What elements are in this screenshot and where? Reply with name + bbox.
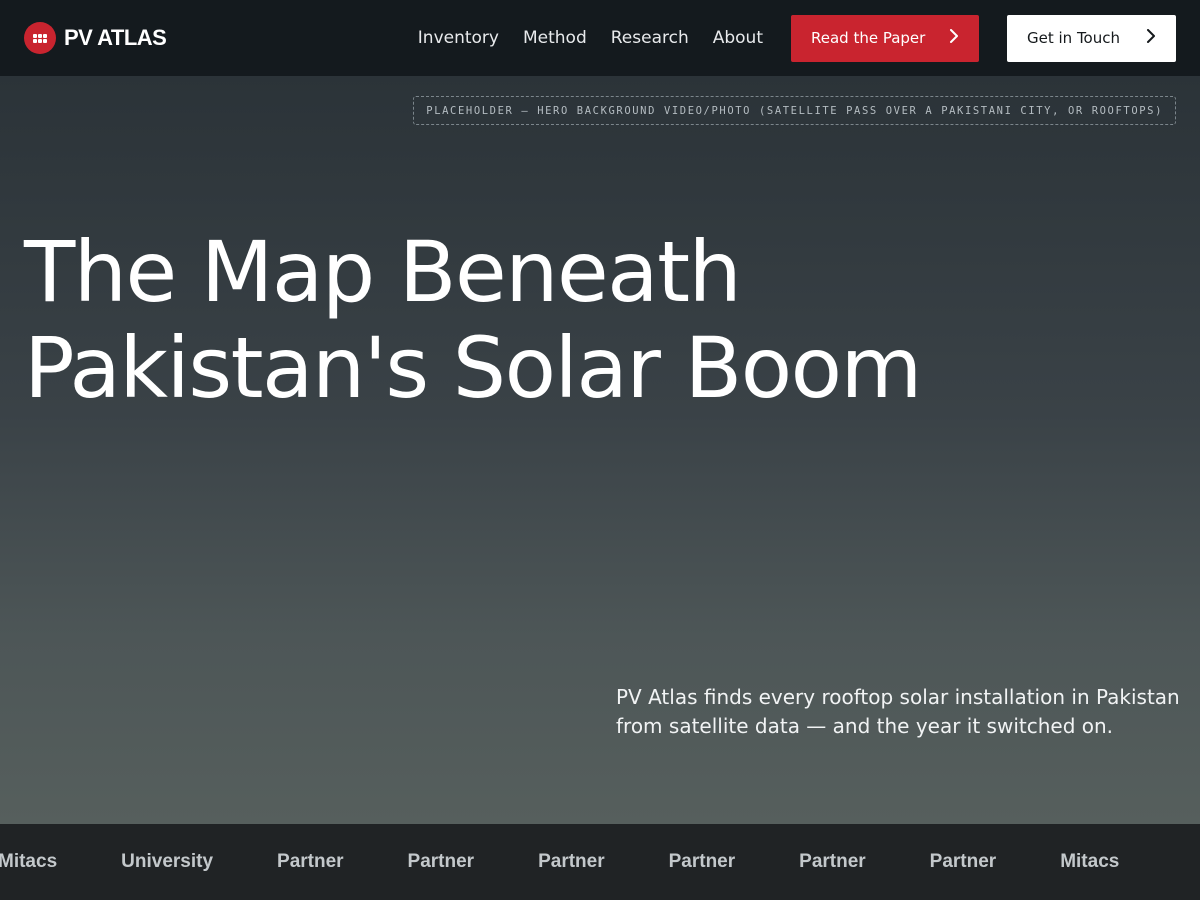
partner-logo: Partner	[407, 851, 475, 872]
get-in-touch-button[interactable]: Get in Touch	[1007, 14, 1176, 62]
chevron-right-icon	[949, 29, 959, 47]
read-the-paper-label: Read the Paper	[811, 29, 926, 47]
chevron-right-icon	[1146, 29, 1156, 47]
partner-logo: Partner	[538, 851, 605, 872]
top-navigation-bar: PV ATLAS Inventory Method Research About…	[0, 0, 1200, 76]
partner-logo: Partner	[277, 851, 344, 872]
partner-logo-mitacs: Mitacs	[0, 851, 58, 872]
grid-logo-icon	[24, 22, 56, 54]
partner-logo: Partner	[929, 851, 997, 872]
partner-logo-mitacs: Mitacs	[1060, 851, 1120, 872]
partner-logo-strip: Mitacs University Partner Partner Partne…	[0, 824, 1200, 900]
partner-logo-university: University	[121, 851, 214, 872]
nav-link-inventory[interactable]: Inventory	[418, 28, 499, 48]
main-nav: Inventory Method Research About Read the…	[418, 14, 1176, 62]
nav-link-method[interactable]: Method	[523, 28, 587, 48]
hero-title-line-2: Pakistan's Solar Boom	[24, 319, 922, 417]
hero-section: PLACEHOLDER — HERO BACKGROUND VIDEO/PHOT…	[0, 76, 1200, 824]
nav-link-research[interactable]: Research	[611, 28, 689, 48]
brand-name: PV ATLAS	[64, 25, 167, 50]
get-in-touch-label: Get in Touch	[1027, 29, 1120, 47]
hero-subtitle: PV Atlas finds every rooftop solar insta…	[616, 685, 1180, 738]
hero-title: The Map Beneath Pakistan's Solar Boom	[24, 223, 922, 417]
hero-title-line-1: The Map Beneath	[24, 223, 742, 321]
partner-track: Mitacs University Partner Partner Partne…	[0, 824, 1200, 900]
read-the-paper-button[interactable]: Read the Paper	[791, 14, 979, 62]
brand-logo-link[interactable]: PV ATLAS	[24, 22, 167, 54]
partner-logo: Partner	[668, 851, 736, 872]
nav-link-about[interactable]: About	[713, 28, 763, 48]
hero-media-placeholder: PLACEHOLDER — HERO BACKGROUND VIDEO/PHOT…	[413, 96, 1176, 125]
partner-logo: Partner	[799, 851, 866, 872]
